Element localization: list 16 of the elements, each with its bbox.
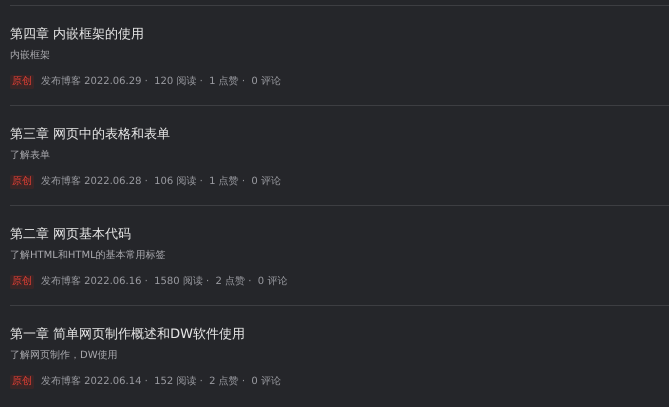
- article-stats: 发布博客 2022.06.16 · 1580 阅读 · 2 点赞 · 0 评论: [41, 275, 288, 289]
- article-stats: 发布博客 2022.06.14 · 152 阅读 · 2 点赞 · 0 评论: [41, 375, 281, 389]
- article-title-link[interactable]: 第二章 网页基本代码: [10, 225, 132, 245]
- article-summary: 了解HTML和HTML的基本常用标签: [10, 249, 167, 263]
- article-summary: 了解网页制作，DW使用: [10, 349, 119, 363]
- article-title-link[interactable]: 第三章 网页中的表格和表单: [10, 125, 170, 145]
- article-title-link[interactable]: 第一章 简单网页制作概述和DW软件使用: [10, 325, 245, 345]
- original-tag: 原创: [10, 275, 34, 289]
- original-tag: 原创: [10, 375, 34, 389]
- article-stats: 发布博客 2022.06.28 · 106 阅读 · 1 点赞 · 0 评论: [41, 175, 281, 189]
- article-stats: 发布博客 2022.06.29 · 120 阅读 · 1 点赞 · 0 评论: [41, 75, 281, 89]
- original-tag: 原创: [10, 175, 34, 189]
- original-tag: 原创: [10, 75, 34, 89]
- article-summary: 了解表单: [10, 149, 51, 163]
- article-summary: 内嵌框架: [10, 49, 51, 63]
- article-title-link[interactable]: 第四章 内嵌框架的使用: [10, 25, 144, 45]
